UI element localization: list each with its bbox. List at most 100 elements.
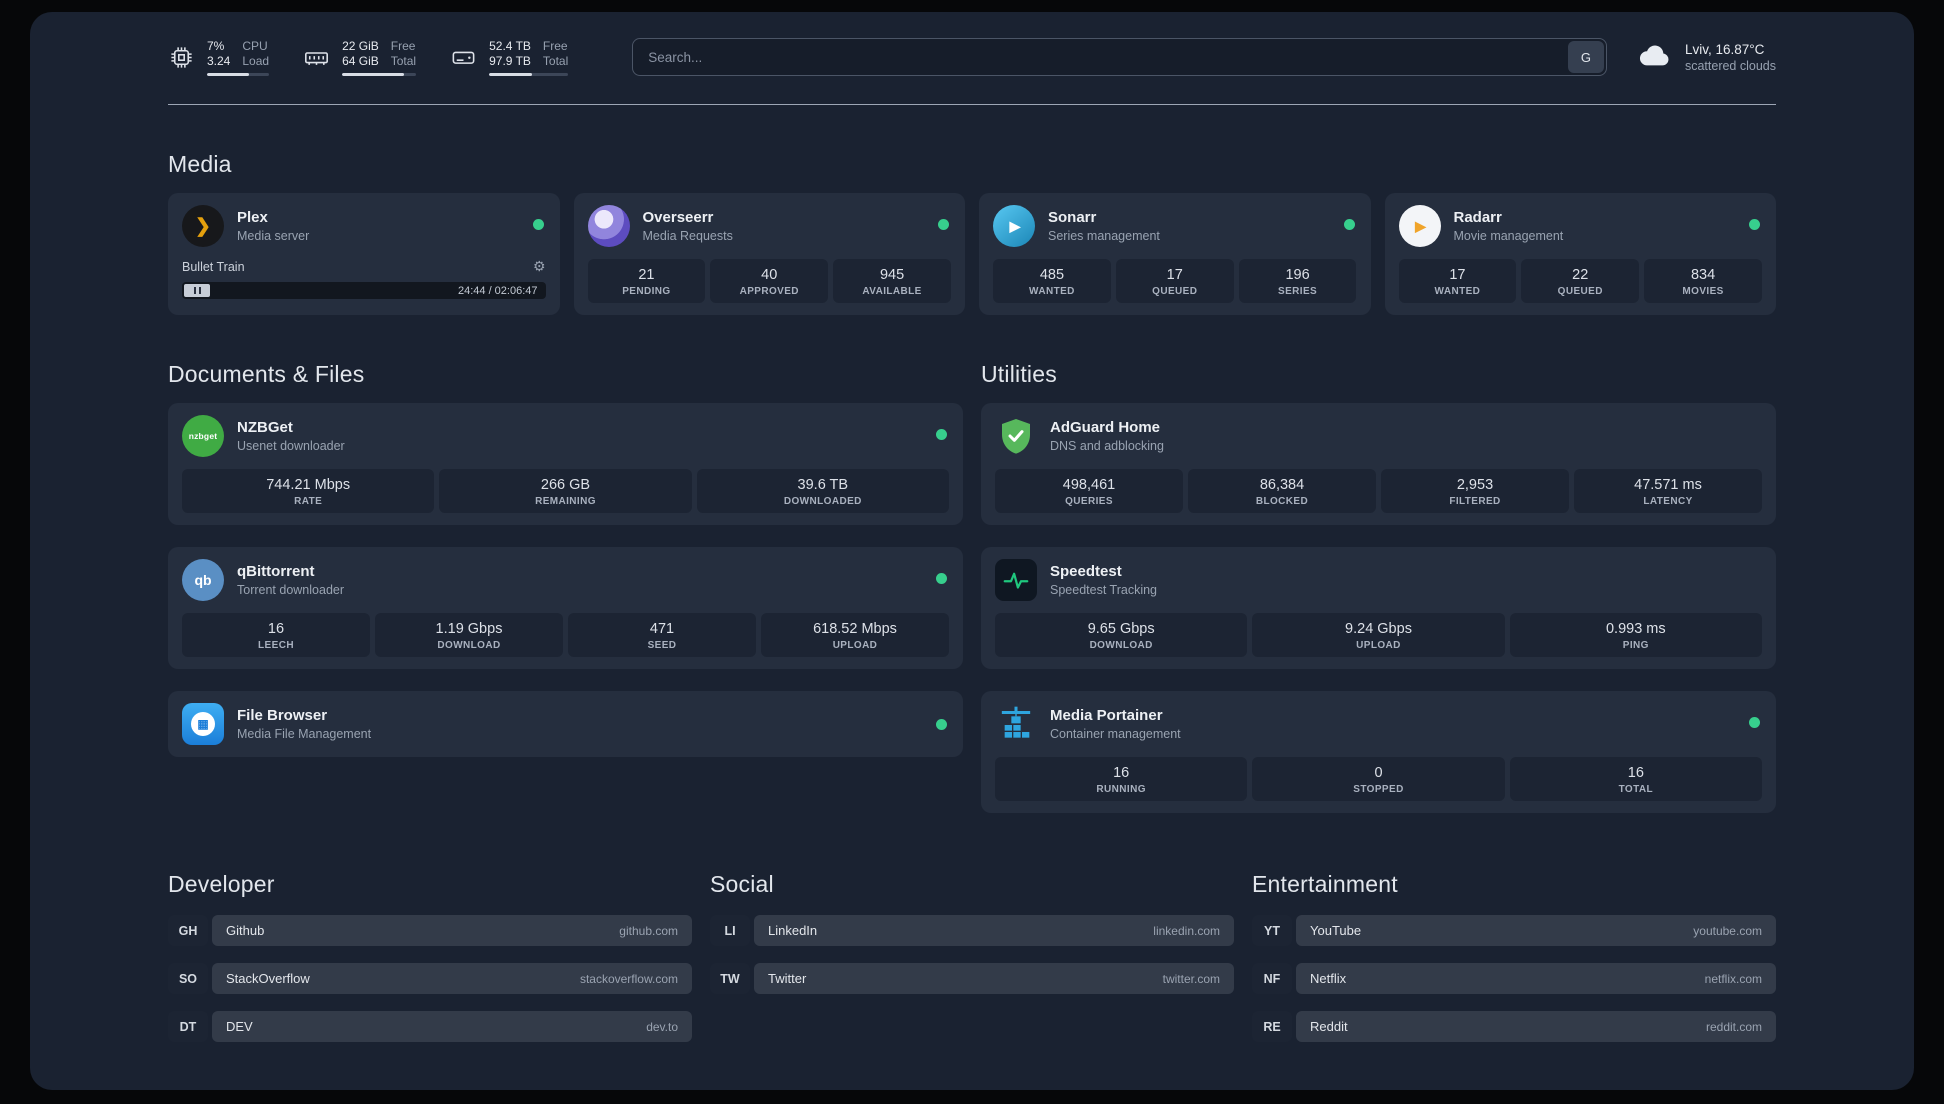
search-input[interactable] [632,38,1607,76]
stat-pending: 21 PENDING [587,259,706,303]
qbittorrent-icon [182,559,224,601]
bookmark-youtube[interactable]: YT YouTube youtube.com [1252,915,1776,946]
weather-widget: Lviv, 16.87°C scattered clouds [1637,40,1776,75]
disk-labels: Free Total [542,38,569,68]
cpu-progress-bar [207,72,270,76]
section-documents: Documents & Files NZBGet Usenet download… [168,361,963,813]
bookmark-stackoverflow[interactable]: SO StackOverflow stackoverflow.com [168,963,692,994]
section-title-entertainment: Entertainment [1252,871,1398,897]
playback-progress-bar[interactable]: 24:44 / 02:06:47 [182,282,546,299]
memory-progress-bar [342,72,417,76]
service-card-radarr[interactable]: Radarr Movie management 17 WANTED 22 QUE… [1384,193,1776,315]
status-dot [938,219,949,230]
filebrowser-icon [182,703,224,745]
topbar-divider [168,104,1776,105]
stat-filtered: 2,953 FILTERED [1381,469,1569,513]
status-dot [1343,219,1355,230]
stat-available: 945 AVAILABLE [833,259,951,303]
settings-gear-icon[interactable]: ⚙ [533,258,546,275]
disk-progress-bar [489,72,569,76]
service-card-plex[interactable]: Plex Media server Bullet Train ⚙ 24:44 /… [168,193,560,315]
section-social: Social LI LinkedIn linkedin.com TW Twitt… [710,871,1234,1042]
status-dot [1749,219,1760,230]
service-name: Radarr [1453,209,1502,226]
bookmark-url: reddit.com [1705,1019,1762,1034]
dashboard: 7% 3.24 CPU Load 22 GiB 64 GiB Free Tota… [30,12,1914,1090]
now-playing-title: Bullet Train [182,259,245,274]
section-title-social: Social [710,871,774,897]
plex-now-playing: Bullet Train ⚙ 24:44 / 02:06:47 [182,258,546,299]
service-card-portainer[interactable]: Media Portainer Container management 16 … [981,691,1776,813]
section-title-developer: Developer [168,871,275,897]
stat-queries: 498,461 QUERIES [995,469,1183,513]
bookmark-netflix[interactable]: NF Netflix netflix.com [1252,963,1776,994]
bookmark-url: dev.to [646,1019,678,1034]
bookmark-twitter[interactable]: TW Twitter twitter.com [710,963,1234,994]
memory-labels: Free Total [390,38,417,68]
bookmark-name: LinkedIn [768,923,818,938]
service-card-overseerr[interactable]: Overseerr Media Requests 21 PENDING 40 A… [573,193,965,315]
bookmark-dev[interactable]: DT DEV dev.to [168,1011,692,1042]
radarr-icon [1398,205,1441,247]
service-card-sonarr[interactable]: Sonarr Series management 485 WANTED 17 Q… [979,193,1371,315]
weather-condition: scattered clouds [1684,58,1776,73]
bookmark-github[interactable]: GH Github github.com [168,915,692,946]
service-card-qbittorrent[interactable]: qBittorrent Torrent downloader 16 LEECH … [168,547,963,669]
service-subtitle: DNS and adblocking [1050,439,1164,453]
service-subtitle: Torrent downloader [237,583,345,597]
stat-movies: 834 MOVIES [1644,259,1762,303]
pause-button[interactable] [184,284,210,297]
stat-total: 16 TOTAL [1509,757,1762,801]
bookmark-name: Twitter [768,971,807,986]
stat-leech: 16 LEECH [182,613,370,657]
stat-approved: 40 APPROVED [710,259,829,303]
service-card-speedtest[interactable]: Speedtest Speedtest Tracking 9.65 Gbps D… [981,547,1776,669]
stat-download: 1.19 Gbps DOWNLOAD [375,613,563,657]
stat-latency: 47.571 ms LATENCY [1574,469,1762,513]
bookmark-linkedin[interactable]: LI LinkedIn linkedin.com [710,915,1234,946]
section-title-media: Media [168,151,232,177]
service-subtitle: Movie management [1453,229,1564,243]
disk-icon [450,44,477,71]
section-title-documents: Documents & Files [168,361,365,387]
stat-running: 16 RUNNING [995,757,1248,801]
service-subtitle: Speedtest Tracking [1050,583,1158,597]
service-name: Overseerr [642,209,714,226]
bookmark-name: Netflix [1310,971,1347,986]
bookmark-abbr: NF [1252,963,1292,994]
bookmark-name: Reddit [1310,1019,1348,1034]
stat-remaining: 266 GB REMAINING [439,469,692,513]
bookmark-abbr: GH [168,915,208,946]
cpu-labels: CPU Load [242,38,270,68]
bookmark-url: linkedin.com [1153,923,1220,938]
service-card-adguard[interactable]: AdGuard Home DNS and adblocking 498,461 … [981,403,1776,525]
disk-widget: 52.4 TB 97.9 TB Free Total [450,38,569,76]
bookmarks-columns: Developer GH Github github.com SO StackO… [168,871,1776,1042]
service-name: File Browser [237,707,328,724]
bookmark-url: youtube.com [1693,923,1762,938]
stat-ping: 0.993 ms PING [1509,613,1762,657]
stat-blocked: 86,384 BLOCKED [1188,469,1376,513]
stat-queued: 22 QUEUED [1521,259,1640,303]
bookmark-url: twitter.com [1162,971,1220,986]
bookmark-abbr: SO [168,963,208,994]
service-card-nzbget[interactable]: NZBGet Usenet downloader 744.21 Mbps RAT… [168,403,963,525]
bookmark-reddit[interactable]: RE Reddit reddit.com [1252,1011,1776,1042]
search-provider-button[interactable]: G [1567,41,1604,73]
section-utilities: Utilities AdGuard Home DNS and adblockin… [981,361,1776,813]
cpu-icon [168,44,195,71]
service-card-filebrowser[interactable]: File Browser Media File Management [168,691,963,757]
service-subtitle: Media File Management [237,727,372,741]
section-developer: Developer GH Github github.com SO StackO… [168,871,692,1042]
service-name: Media Portainer [1050,707,1163,724]
memory-values: 22 GiB 64 GiB [342,38,379,68]
status-dot [1749,717,1760,728]
cpu-widget: 7% 3.24 CPU Load [168,38,270,76]
service-name: qBittorrent [237,563,315,580]
bookmark-name: StackOverflow [226,971,310,986]
status-dot [532,219,544,230]
bookmark-name: YouTube [1310,923,1362,938]
memory-icon [303,44,330,71]
plex-icon [182,205,224,247]
service-name: Plex [237,209,268,226]
